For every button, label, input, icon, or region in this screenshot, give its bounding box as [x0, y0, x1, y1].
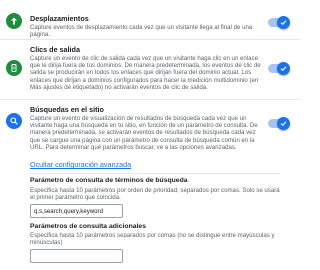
- divider: [0, 39, 300, 40]
- search-param-input[interactable]: q,s,search,query,keyword: [30, 204, 123, 218]
- extra-param-label: Parámetros de consulta adicionales: [30, 223, 146, 230]
- search-param-description: Especifica hasta 10 parámetros por orden…: [30, 187, 280, 202]
- section-description: Capture un evento de visualización de re…: [30, 115, 258, 151]
- scroll-arrow-icon: [6, 13, 22, 29]
- section-description: Capture un evento de clic de salida cada…: [30, 55, 261, 91]
- search-icon: [6, 113, 22, 129]
- check-icon: [277, 62, 290, 75]
- scrolls-toggle[interactable]: [268, 16, 290, 29]
- section-title: Clics de salida: [30, 45, 80, 54]
- section-title: Desplazamientos: [30, 14, 89, 23]
- check-icon: [277, 117, 290, 130]
- outbound-clicks-toggle[interactable]: [268, 62, 290, 75]
- divider: [30, 173, 280, 174]
- outbound-link-icon: [6, 60, 22, 76]
- search-param-label: Parámetro de consulta de términos de bús…: [30, 177, 188, 184]
- divider: [0, 99, 300, 100]
- hide-advanced-settings-link[interactable]: Ocultar configuración avanzada: [30, 160, 131, 169]
- check-icon: [277, 16, 290, 29]
- extra-param-input[interactable]: [30, 249, 123, 263]
- section-title: Búsquedas en el sitio: [30, 105, 104, 114]
- section-description: Capture eventos de desplazamiento cada v…: [30, 24, 253, 39]
- site-search-toggle[interactable]: [268, 117, 290, 130]
- extra-param-description: Especifica hasta 10 parámetros separados…: [30, 232, 275, 247]
